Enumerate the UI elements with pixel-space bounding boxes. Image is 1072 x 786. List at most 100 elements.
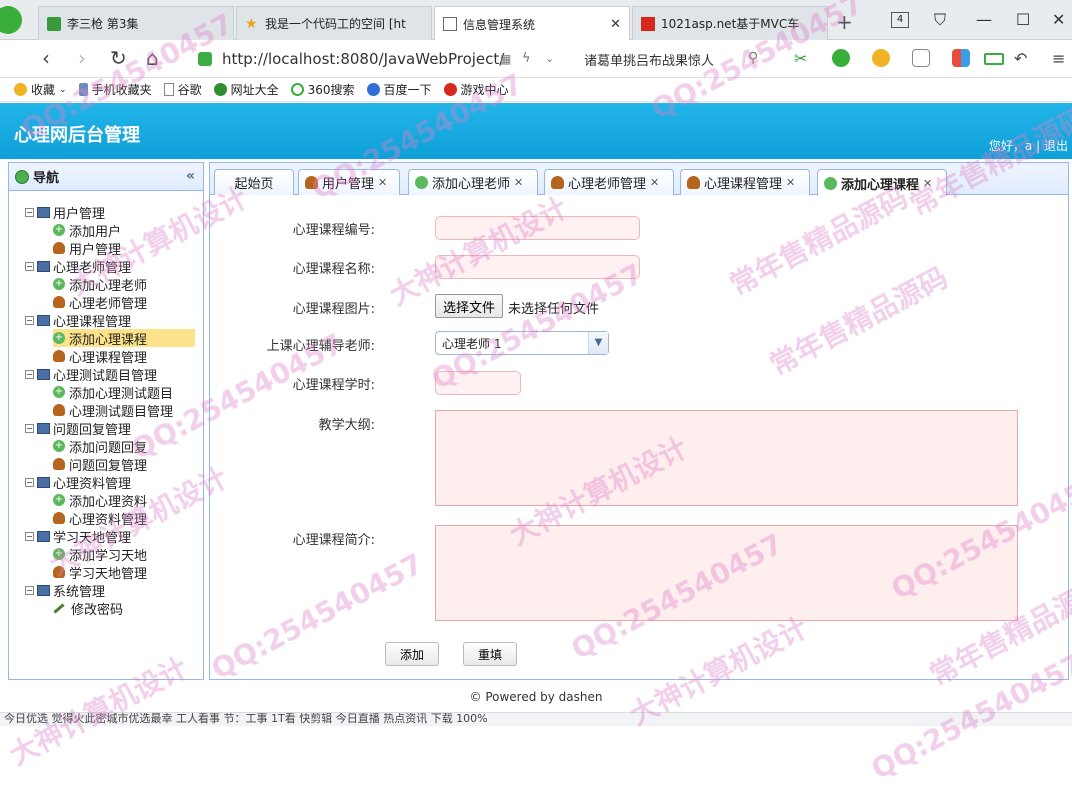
close-tab-icon[interactable]: ✕ bbox=[610, 17, 621, 32]
sidebar-item[interactable]: + 添加用户 bbox=[53, 221, 121, 240]
sidebar-item[interactable]: + 添加心理课程 bbox=[53, 329, 195, 348]
sidebar-item[interactable]: 修改密码 bbox=[53, 599, 123, 618]
monitor-icon bbox=[37, 206, 50, 218]
menu-icon[interactable]: ≡ bbox=[1052, 49, 1070, 68]
sidebar-item[interactable]: + 添加学习天地 bbox=[53, 545, 147, 564]
browser-tab[interactable]: 李三枪 第3集 bbox=[38, 6, 234, 40]
expander-icon[interactable]: − bbox=[25, 369, 34, 379]
search-icon[interactable]: ⚲ bbox=[748, 50, 758, 66]
browser-tab[interactable]: ★ 我是一个代码工的空间 [ht bbox=[236, 6, 432, 40]
qr-icon[interactable]: ▦ bbox=[500, 52, 511, 66]
back-icon[interactable]: ‹ bbox=[42, 46, 50, 70]
course-intro-textarea[interactable] bbox=[435, 525, 1018, 621]
undo-icon[interactable]: ↶ bbox=[1014, 49, 1032, 68]
shirt-icon[interactable]: ⛉ bbox=[934, 10, 946, 30]
collapse-sidebar-icon[interactable]: « bbox=[186, 168, 195, 184]
expander-icon[interactable]: − bbox=[25, 477, 34, 487]
syllabus-textarea[interactable] bbox=[435, 410, 1018, 506]
sidebar-group-label: 学习天地管理 bbox=[53, 530, 132, 546]
close-tab-icon[interactable]: ✕ bbox=[378, 176, 387, 189]
sidebar-item[interactable]: + 添加心理老师 bbox=[53, 275, 147, 294]
sidebar-item[interactable]: 问题回复管理 bbox=[53, 455, 147, 474]
sidebar-group[interactable]: − 心理测试题目管理 bbox=[25, 365, 157, 384]
bookmark-item[interactable]: 游戏中心 bbox=[443, 81, 509, 98]
close-tab-icon[interactable]: ✕ bbox=[786, 176, 795, 189]
refresh-icon[interactable]: ↻ bbox=[110, 46, 127, 70]
chevron-down-icon[interactable]: ▼ bbox=[588, 332, 608, 354]
sidebar-group[interactable]: − 问题回复管理 bbox=[25, 419, 131, 438]
maximize-icon[interactable]: ☐ bbox=[1016, 10, 1030, 29]
sidebar-group[interactable]: − 心理课程管理 bbox=[25, 311, 131, 330]
course-hours-input[interactable] bbox=[435, 371, 521, 395]
translate-icon[interactable] bbox=[832, 49, 850, 67]
tab-teacher-management[interactable]: 心理老师管理 ✕ bbox=[544, 169, 674, 195]
coupon-icon[interactable] bbox=[872, 49, 890, 67]
course-no-input[interactable] bbox=[435, 216, 640, 240]
battery-icon[interactable] bbox=[984, 53, 1004, 65]
bookmark-item[interactable]: 谷歌 bbox=[163, 81, 202, 98]
tab-count-badge[interactable]: 4 bbox=[891, 12, 909, 28]
sidebar-group[interactable]: − 心理资料管理 bbox=[25, 473, 131, 492]
expander-icon[interactable]: − bbox=[25, 531, 34, 541]
tab-add-course[interactable]: 添加心理课程 ✕ bbox=[817, 169, 947, 196]
close-tab-icon[interactable]: ✕ bbox=[923, 177, 932, 190]
sidebar-group-label: 心理老师管理 bbox=[53, 260, 132, 276]
minimize-icon[interactable]: — bbox=[976, 10, 992, 29]
tab-user-management[interactable]: 用户管理 ✕ bbox=[298, 169, 400, 195]
sidebar-item[interactable]: 心理测试题目管理 bbox=[53, 401, 173, 420]
monitor-icon bbox=[37, 530, 50, 542]
bookmark-favorites[interactable]: 收藏 ⌄ bbox=[14, 81, 67, 98]
new-tab-button[interactable]: + bbox=[836, 10, 853, 34]
tab-start-page[interactable]: 起始页 bbox=[214, 169, 294, 195]
news-ticker[interactable]: 诸葛单挑吕布战果惊人 bbox=[584, 50, 714, 69]
browser-tab-active[interactable]: 信息管理系统 ✕ bbox=[434, 6, 630, 41]
sidebar-group[interactable]: − 用户管理 bbox=[25, 203, 105, 222]
choose-file-button[interactable]: 选择文件 bbox=[435, 294, 504, 318]
submit-button[interactable]: 添加 bbox=[385, 642, 440, 666]
tab-add-teacher[interactable]: 添加心理老师 ✕ bbox=[408, 169, 538, 195]
home-icon[interactable]: ⌂ bbox=[146, 46, 159, 70]
forward-icon[interactable]: › bbox=[78, 46, 86, 70]
reset-button[interactable]: 重填 bbox=[463, 642, 518, 666]
url-field[interactable]: http://localhost:8080/JavaWebProject/ bbox=[198, 46, 568, 72]
sidebar-item[interactable]: 心理老师管理 bbox=[53, 293, 147, 312]
navigation-globe-icon bbox=[15, 169, 29, 184]
apps-icon[interactable] bbox=[952, 49, 970, 67]
sidebar-group[interactable]: − 心理老师管理 bbox=[25, 257, 132, 276]
bookmark-item[interactable]: 百度一下 bbox=[366, 81, 432, 98]
sidebar-item[interactable]: 用户管理 bbox=[53, 239, 121, 258]
sidebar-item[interactable]: 学习天地管理 bbox=[53, 563, 147, 582]
close-window-icon[interactable]: ✕ bbox=[1052, 10, 1065, 29]
scissors-icon[interactable]: ✂ bbox=[794, 49, 812, 68]
sidebar-group[interactable]: − 系统管理 bbox=[25, 581, 105, 600]
expander-icon[interactable]: − bbox=[25, 207, 34, 217]
person-icon bbox=[551, 176, 564, 189]
tab-course-management[interactable]: 心理课程管理 ✕ bbox=[680, 169, 810, 195]
bookmark-item[interactable]: 网址大全 bbox=[213, 81, 279, 98]
lightning-icon[interactable]: ϟ bbox=[522, 51, 531, 66]
browser-tab[interactable]: 1021asp.net基于MVC车 bbox=[632, 6, 828, 40]
expander-icon[interactable]: − bbox=[25, 315, 34, 325]
sidebar-item[interactable]: + 添加问题回复 bbox=[53, 437, 147, 456]
teacher-select[interactable]: 心理老师 1 ▼ bbox=[435, 331, 609, 355]
bookmark-item[interactable]: 360搜索 bbox=[290, 81, 355, 98]
sidebar-item[interactable]: 心理资料管理 bbox=[53, 509, 147, 528]
expander-icon[interactable]: − bbox=[25, 585, 34, 595]
red-square-icon bbox=[641, 16, 655, 31]
expander-icon[interactable]: − bbox=[25, 261, 34, 271]
person-icon bbox=[305, 176, 318, 189]
url-dropdown-icon[interactable]: ⌄ bbox=[545, 52, 554, 65]
sidebar-item[interactable]: + 添加心理测试题目 bbox=[53, 383, 173, 402]
sidebar-group[interactable]: − 学习天地管理 bbox=[25, 527, 132, 546]
bookmark-label: 游戏中心 bbox=[460, 83, 509, 97]
expander-icon[interactable]: − bbox=[25, 423, 34, 433]
sidebar-item[interactable]: 心理课程管理 bbox=[53, 347, 147, 366]
emoji-icon[interactable] bbox=[912, 49, 930, 67]
close-tab-icon[interactable]: ✕ bbox=[650, 176, 659, 189]
sidebar-item[interactable]: + 添加心理资料 bbox=[53, 491, 147, 510]
close-tab-icon[interactable]: ✕ bbox=[514, 176, 523, 189]
bookmark-item[interactable]: 手机收藏夹 bbox=[78, 81, 152, 98]
search-icon bbox=[290, 83, 304, 96]
logout-link[interactable]: 退出 bbox=[1044, 139, 1068, 153]
course-name-input[interactable] bbox=[435, 255, 640, 279]
